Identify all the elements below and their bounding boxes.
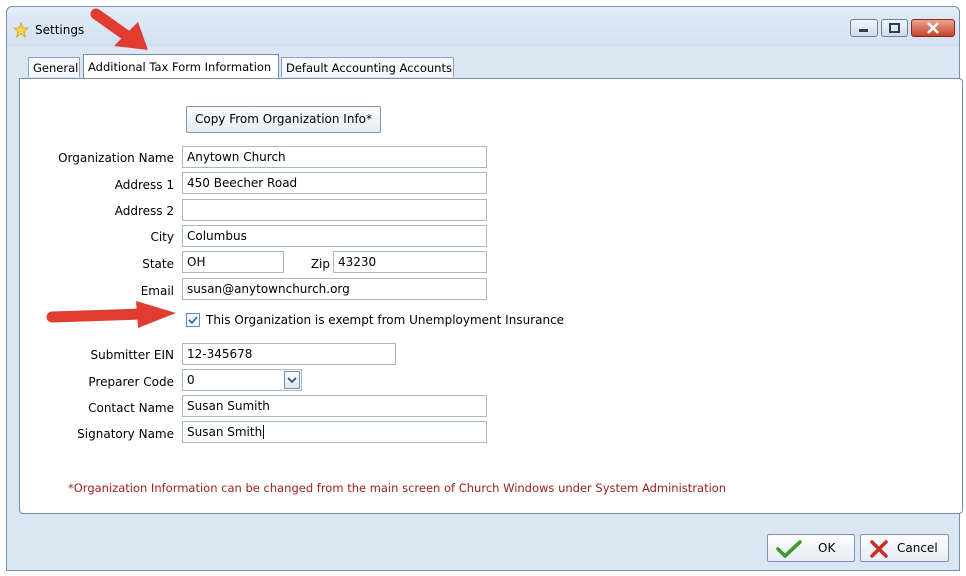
org-name-field[interactable]: Anytown Church	[182, 146, 487, 168]
city-field[interactable]: Columbus	[182, 225, 487, 247]
text-caret	[263, 425, 265, 439]
close-button[interactable]	[911, 19, 955, 37]
maximize-icon	[889, 23, 900, 33]
chevron-down-icon	[287, 377, 297, 384]
email-field[interactable]: susan@anytownchurch.org	[182, 278, 487, 300]
copy-from-organization-button[interactable]: Copy From Organization Info*	[186, 106, 381, 133]
city-label: City	[150, 230, 174, 244]
address2-label: Address 2	[114, 204, 174, 218]
address1-field[interactable]: 450 Beecher Road	[182, 172, 487, 194]
preparer-code-select[interactable]: 0	[182, 369, 302, 391]
email-label: Email	[140, 284, 174, 298]
preparer-code-label: Preparer Code	[88, 375, 174, 389]
signatory-name-value: Susan Smith	[187, 425, 263, 439]
zip-field[interactable]: 43230	[333, 251, 487, 273]
annotation-arrow	[46, 301, 176, 328]
tab-default-accounting-accounts[interactable]: Default Accounting Accounts	[281, 57, 454, 77]
preparer-code-value: 0	[187, 373, 195, 387]
tab-additional-tax-form-information[interactable]: Additional Tax Form Information	[83, 54, 279, 78]
zip-label: Zip	[310, 257, 330, 271]
ok-label: OK	[818, 541, 836, 555]
annotation-arrow	[90, 8, 148, 50]
checkmark-icon	[776, 540, 802, 558]
settings-window: Settings General Additional Tax Form Inf…	[6, 6, 963, 571]
contact-name-label: Contact Name	[88, 401, 174, 415]
cancel-button[interactable]: Cancel	[860, 534, 949, 562]
signatory-name-label: Signatory Name	[77, 427, 174, 441]
minimize-button[interactable]	[850, 19, 878, 37]
tab-label: Default Accounting Accounts	[286, 61, 452, 75]
submitter-ein-label: Submitter EIN	[90, 348, 174, 362]
tab-panel: Copy From Organization Info* Organizatio…	[19, 78, 963, 514]
cancel-label: Cancel	[897, 541, 938, 555]
tab-general[interactable]: General	[28, 57, 80, 77]
window-title: Settings	[35, 23, 85, 37]
exempt-checkbox-label[interactable]: This Organization is exempt from Unemplo…	[206, 313, 564, 327]
submitter-ein-field[interactable]: 12-345678	[182, 343, 396, 365]
org-name-label: Organization Name	[58, 151, 174, 165]
state-label: State	[142, 257, 174, 271]
tab-label: General	[33, 61, 79, 75]
address2-field[interactable]	[182, 199, 487, 221]
tab-label: Additional Tax Form Information	[88, 60, 272, 74]
minimize-icon	[859, 29, 868, 32]
signatory-name-field[interactable]: Susan Smith	[182, 421, 487, 443]
maximize-button[interactable]	[881, 19, 908, 37]
x-icon	[870, 540, 888, 558]
organization-info-note: *Organization Information can be changed…	[68, 481, 727, 495]
contact-name-field[interactable]: Susan Sumith	[182, 395, 487, 417]
address1-label: Address 1	[114, 178, 174, 192]
dropdown-button[interactable]	[284, 371, 300, 389]
star-icon	[13, 22, 29, 38]
checkmark-icon	[188, 316, 198, 325]
close-icon	[927, 22, 939, 34]
exempt-checkbox[interactable]	[186, 313, 200, 327]
ok-button[interactable]: OK	[767, 534, 855, 562]
